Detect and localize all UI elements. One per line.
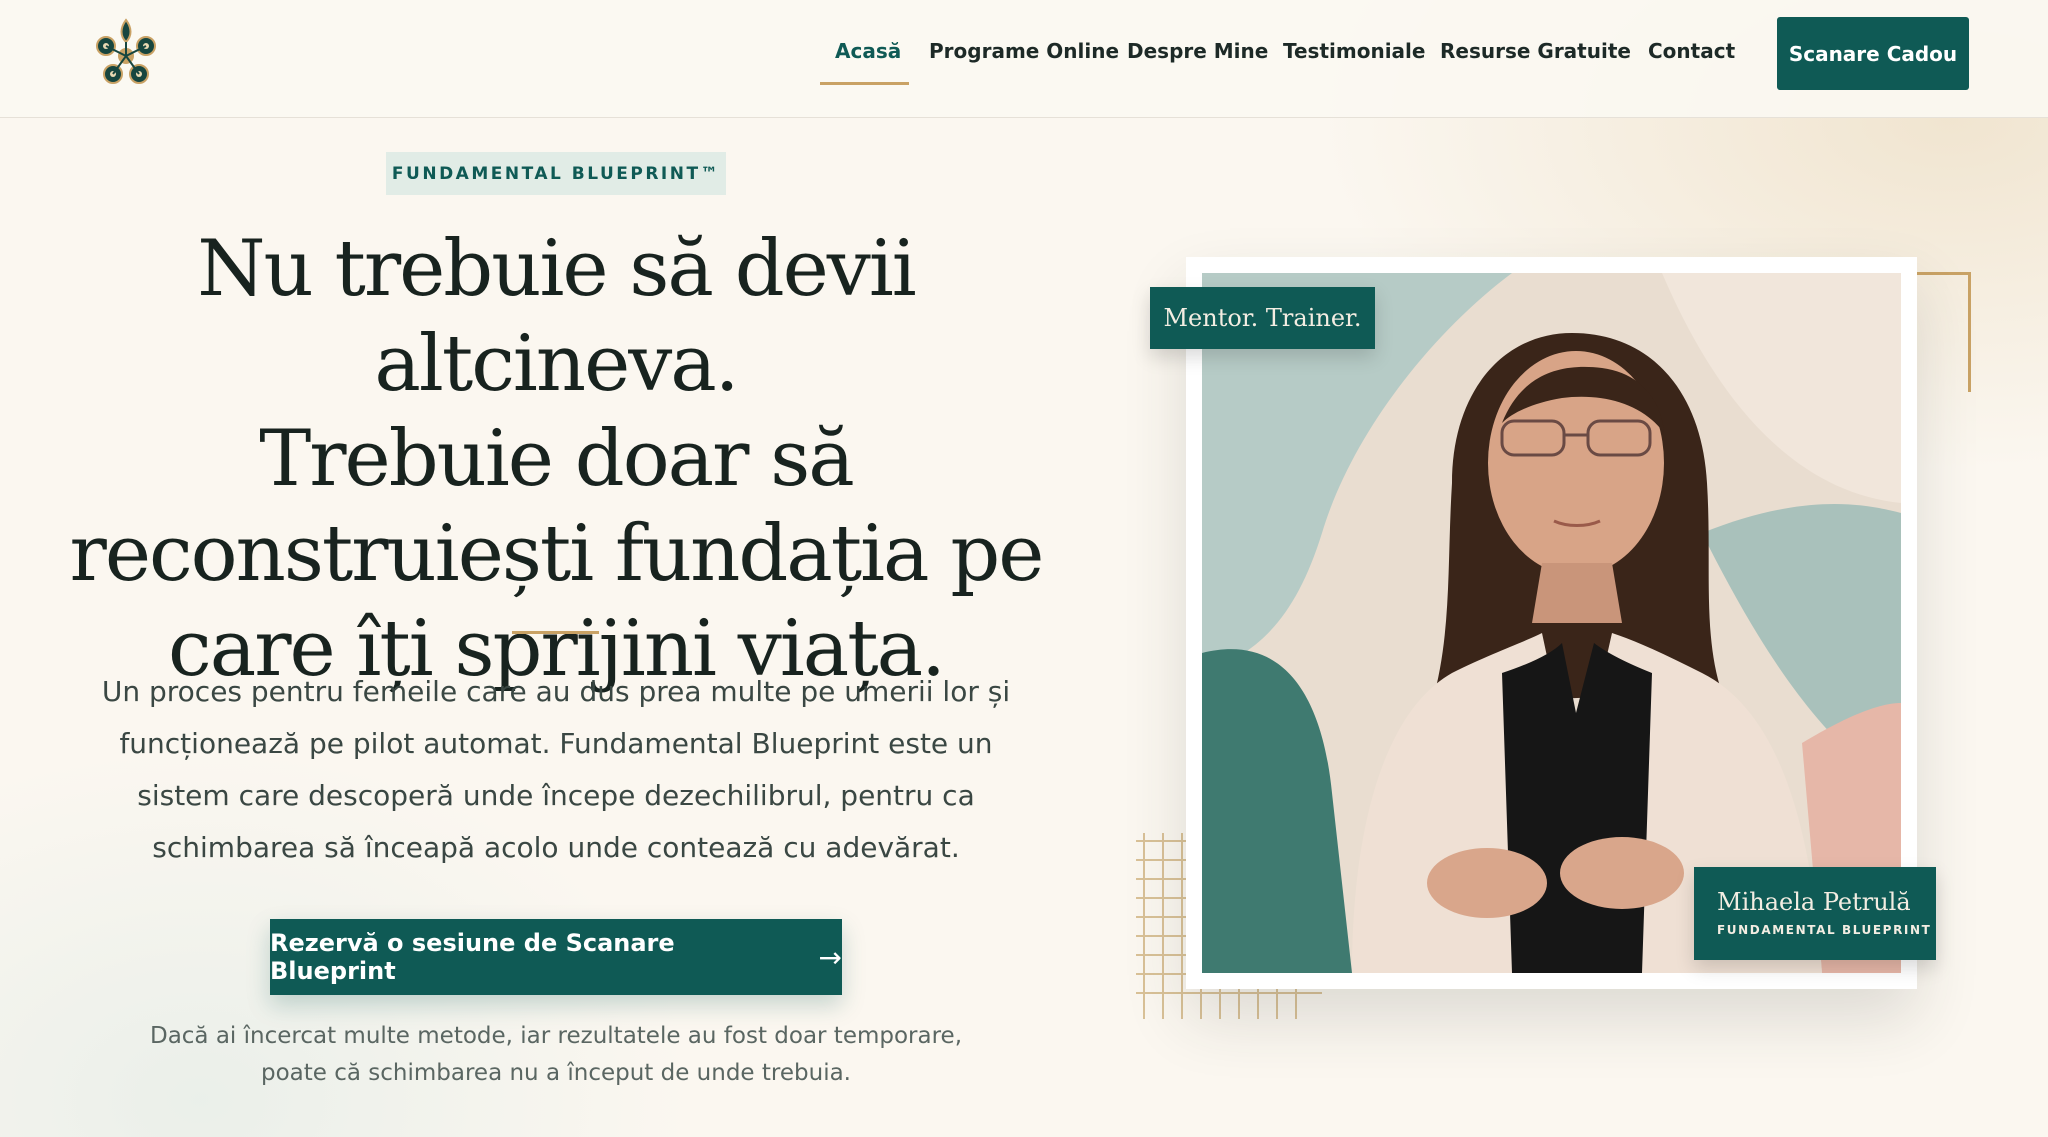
book-session-button[interactable]: Rezervă o sesiune de Scanare Blueprint → xyxy=(270,919,842,995)
brand-logo-icon[interactable] xyxy=(86,12,166,92)
hero-note: Dacă ai încercat multe metode, iar rezul… xyxy=(149,1023,963,1086)
nav-home[interactable]: Acasă xyxy=(835,39,901,63)
nav-free-resources[interactable]: Resurse Gratuite xyxy=(1440,39,1631,63)
nav-online-programs[interactable]: Programe Online xyxy=(929,39,1119,63)
active-nav-indicator xyxy=(820,82,909,85)
headline-line: Nu trebuie să devii altcineva. xyxy=(197,224,917,409)
hero-description: Un proces pentru femeile care au dus pre… xyxy=(101,675,1011,864)
gift-scan-button[interactable]: Scanare Cadou xyxy=(1777,17,1969,90)
person-name: Mihaela Petrulă xyxy=(1717,888,1911,916)
nav-about[interactable]: Despre Mine xyxy=(1127,39,1268,63)
book-session-label: Rezervă o sesiune de Scanare Blueprint xyxy=(270,929,675,985)
headline-line: Trebuie doar să xyxy=(259,414,855,504)
program-badge: FUNDAMENTAL BLUEPRINT™ xyxy=(386,152,726,195)
headline-line: reconstruiești fundația pe xyxy=(69,509,1045,599)
hero-headline: Nu trebuie să devii altcineva. Trebuie d… xyxy=(60,222,1052,697)
name-tag: Mihaela Petrulă FUNDAMENTAL BLUEPRINT xyxy=(1694,867,1936,960)
person-subtitle: FUNDAMENTAL BLUEPRINT xyxy=(1717,923,1932,937)
arrow-right-icon: → xyxy=(818,940,842,974)
page: Acasă Programe Online Despre Mine Testim… xyxy=(0,0,2048,1137)
headline-divider xyxy=(512,631,599,634)
site-header: Acasă Programe Online Despre Mine Testim… xyxy=(0,0,2048,118)
nav-testimonials[interactable]: Testimoniale xyxy=(1283,39,1425,63)
mentor-tag: Mentor. Trainer. xyxy=(1150,287,1375,349)
nav-contact[interactable]: Contact xyxy=(1648,39,1735,63)
